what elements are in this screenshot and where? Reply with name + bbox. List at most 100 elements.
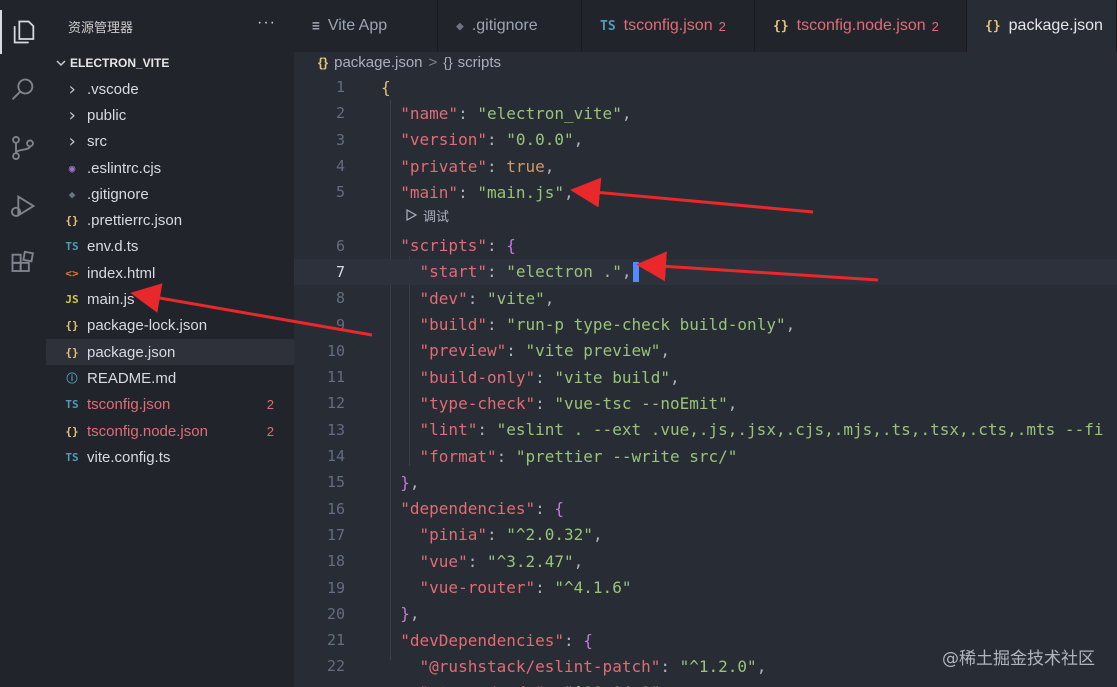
code-line[interactable]: 19 "vue-router": "^4.1.6" <box>294 574 1117 600</box>
code-line[interactable]: 18 "vue": "^3.2.47", <box>294 548 1117 574</box>
file-tree-item[interactable]: ⓘ README.md <box>46 365 294 391</box>
file-tree-item[interactable]: › .vscode <box>46 76 294 102</box>
file-tree-item[interactable]: TS tsconfig.json 2 <box>46 392 294 418</box>
line-number: 19 <box>326 578 345 597</box>
code-line[interactable]: 23 "@types/node": "^18.14.2" <box>294 680 1117 687</box>
problem-count-badge: 2 <box>718 18 726 34</box>
code-text: "@types/node": "^18.14.2" <box>381 683 661 687</box>
extensions-icon[interactable] <box>0 242 46 286</box>
chevron-right-icon: › <box>66 78 78 100</box>
code-line[interactable]: 1{ <box>294 74 1117 100</box>
code-text: }, <box>400 604 420 624</box>
code-line[interactable]: 4 "private": true, <box>294 153 1117 179</box>
json-icon: {} <box>65 319 79 333</box>
git-icon: ◆ <box>68 187 76 201</box>
json-icon: {} <box>318 54 329 70</box>
editor-tabs: ≡ Vite App ◆ .gitignore TS tsconfig.json 2 {} ts… <box>294 0 1117 52</box>
code-line[interactable]: 16 "dependencies": { <box>294 496 1117 522</box>
code-line[interactable]: 9 "build": "run-p type-check build-only"… <box>294 311 1117 337</box>
file-tree-item[interactable]: ◉ .eslintrc.cjs <box>46 155 294 181</box>
workspace-folder[interactable]: ELECTRON_VITE <box>46 52 294 74</box>
code-line[interactable]: 20 }, <box>294 601 1117 627</box>
file-tree-item[interactable]: JS main.js <box>46 286 294 312</box>
code-line[interactable]: 11 "build-only": "vite build", <box>294 364 1117 390</box>
explorer-title: 资源管理器 <box>68 19 134 35</box>
code-text: "main": "main.js", <box>400 182 574 202</box>
watermark: @稀土掘金技术社区 <box>942 649 1095 669</box>
file-tree-item[interactable]: › src <box>46 129 294 155</box>
line-number: 5 <box>335 183 345 202</box>
file-tree-item-label: package.json <box>87 343 176 361</box>
code-text: "start": "electron .", <box>381 262 640 283</box>
code-text: "vue": "^3.2.47", <box>419 551 584 571</box>
file-tree-item[interactable]: TS vite.config.ts <box>46 444 294 470</box>
code-text: "version": "0.0.0", <box>400 130 584 150</box>
file-tree-item-label: .vscode <box>87 80 139 98</box>
file-tree-item-label: .gitignore <box>87 185 149 203</box>
code-line[interactable]: 5 "main": "main.js", <box>294 179 1117 205</box>
file-tree-item-label: env.d.ts <box>87 238 139 256</box>
editor-tab-label: package.json <box>1008 17 1103 34</box>
line-number: 13 <box>326 420 345 439</box>
editor-tab[interactable]: TS tsconfig.json 2 <box>582 0 755 52</box>
file-tree-item[interactable]: › public <box>46 102 294 128</box>
file-tree-item-label: main.js <box>87 291 135 309</box>
breadcrumb-file[interactable]: package.json <box>334 54 422 71</box>
file-tree-item[interactable]: ◆ .gitignore <box>46 181 294 207</box>
code-line[interactable]: 17 "pinia": "^2.0.32", <box>294 522 1117 548</box>
line-number: 15 <box>326 473 345 492</box>
activity-bar <box>0 0 46 687</box>
code-line[interactable]: 12 "type-check": "vue-tsc --noEmit", <box>294 390 1117 416</box>
debug-codelens[interactable]: 调试 <box>406 206 449 224</box>
code-text: "name": "electron_vite", <box>400 103 632 123</box>
source-control-icon[interactable] <box>0 126 46 170</box>
search-icon[interactable] <box>0 68 46 112</box>
breadcrumb: {} package.json > {} scripts <box>318 52 501 72</box>
breadcrumb-separator: > <box>428 53 438 71</box>
code-text: { <box>381 77 391 97</box>
file-tree-item-label: tsconfig.node.json <box>87 422 208 440</box>
line-number: 17 <box>326 525 345 544</box>
editor-tab[interactable]: ◆ .gitignore <box>438 0 582 52</box>
debug-codelens-label: 调试 <box>423 208 450 224</box>
explorer-icon[interactable] <box>0 10 46 54</box>
editor-tab[interactable]: {} tsconfig.node.json 2 <box>755 0 967 52</box>
code-text: "build-only": "vite build", <box>419 367 680 387</box>
line-number: 16 <box>326 499 345 518</box>
code-line[interactable]: 2 "name": "electron_vite", <box>294 100 1117 126</box>
run-debug-icon[interactable] <box>0 184 46 228</box>
code-line[interactable]: 8 "dev": "vite", <box>294 285 1117 311</box>
object-icon: {} <box>443 54 453 70</box>
code-line[interactable]: 7 "start": "electron .", <box>294 258 1117 286</box>
chevron-down-icon <box>52 58 70 68</box>
typescript-icon: TS <box>65 240 79 254</box>
editor-tab[interactable]: ≡ Vite App <box>294 0 438 52</box>
file-tree-item-label: README.md <box>87 369 177 387</box>
file-tree-item[interactable]: {} package-lock.json <box>46 313 294 339</box>
typescript-icon: TS <box>600 18 616 34</box>
code-line[interactable]: 6 "scripts": { <box>294 233 1117 259</box>
line-number: 1 <box>335 78 345 97</box>
code-text: "@rushstack/eslint-patch": "^1.2.0", <box>419 656 767 676</box>
json-icon: {} <box>985 18 1001 34</box>
line-number: 12 <box>326 394 345 413</box>
code-text: "vue-router": "^4.1.6" <box>419 578 632 598</box>
code-line[interactable]: 13 "lint": "eslint . --ext .vue,.js,.jsx… <box>294 417 1117 443</box>
code-text: "lint": "eslint . --ext .vue,.js,.jsx,.c… <box>419 420 1104 440</box>
file-tree-item[interactable]: <> index.html <box>46 260 294 286</box>
chevron-right-icon: › <box>66 104 78 126</box>
explorer-sidebar: 资源管理器 ··· ELECTRON_VITE › .vscode › public ›… <box>46 0 294 687</box>
code-line[interactable]: 14 "format": "prettier --write src/" <box>294 443 1117 469</box>
code-editor[interactable]: 调试 1{2 "name": "electron_vite", 3 "versio… <box>294 74 1117 687</box>
file-tree-item[interactable]: TS env.d.ts <box>46 234 294 260</box>
file-tree-item[interactable]: {} tsconfig.node.json 2 <box>46 418 294 444</box>
more-actions-icon[interactable]: ··· <box>257 14 276 32</box>
editor-tab-label: .gitignore <box>471 17 538 34</box>
file-tree-item[interactable]: {} package.json <box>46 338 294 366</box>
file-tree-item[interactable]: {} .prettierrc.json <box>46 207 294 233</box>
code-line[interactable]: 15 }, <box>294 469 1117 495</box>
editor-tab[interactable]: {} package.json <box>967 0 1117 52</box>
breadcrumb-symbol[interactable]: scripts <box>458 54 501 71</box>
code-line[interactable]: 3 "version": "0.0.0", <box>294 127 1117 153</box>
code-line[interactable]: 10 "preview": "vite preview", <box>294 338 1117 364</box>
